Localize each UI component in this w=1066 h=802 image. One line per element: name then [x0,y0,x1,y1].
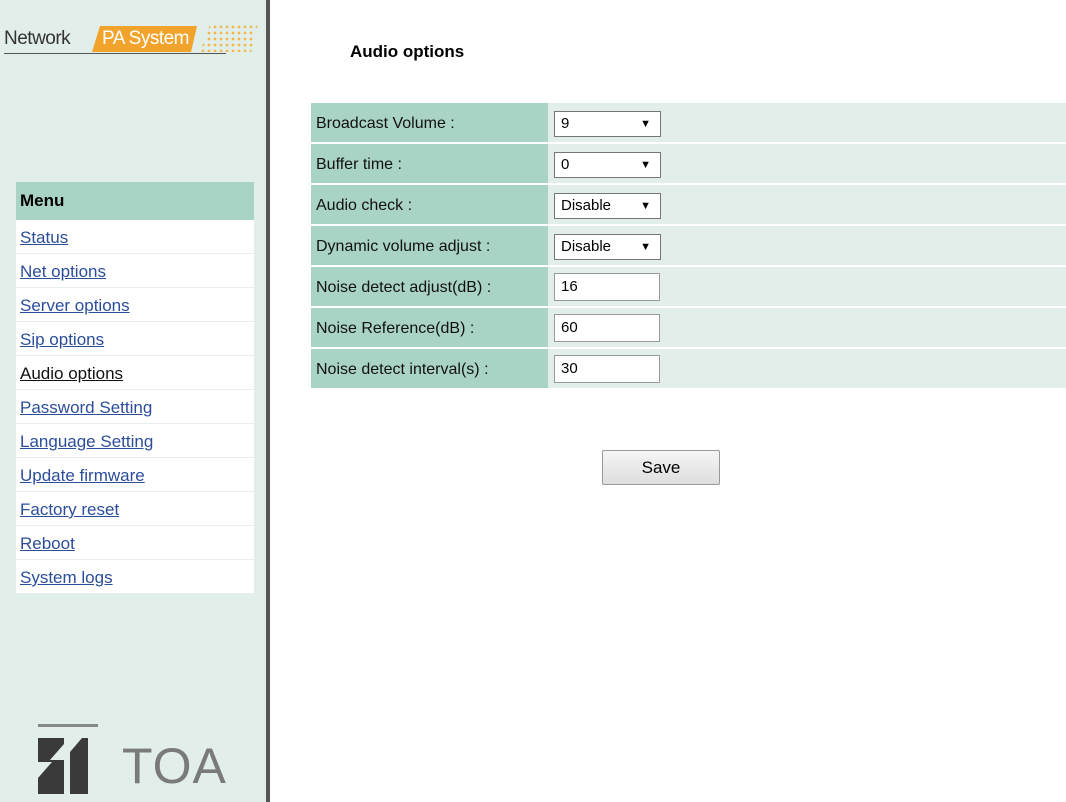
select-value: 0 [561,156,570,173]
option-label: Noise Reference(dB) : [311,308,548,347]
menu-item-factory-reset[interactable]: Factory reset [16,492,254,526]
menu-item-system-logs[interactable]: System logs [16,560,254,594]
side-menu: Menu Status Net options Server options S… [16,182,254,594]
dropdown-arrow-icon: ▼ [640,159,651,171]
brand-pa-system-text: PA System [92,26,197,52]
menu-item-label[interactable]: Audio options [20,364,123,383]
menu-item-reboot[interactable]: Reboot [16,526,254,560]
option-row-dynamic-volume-adjust: Dynamic volume adjust : Disable ▼ [311,226,1066,265]
menu-item-label[interactable]: Net options [20,262,106,281]
menu-item-password-setting[interactable]: Password Setting [16,390,254,424]
menu-item-status[interactable]: Status [16,220,254,254]
save-button[interactable]: Save [602,450,720,485]
audio-options-form: Broadcast Volume : 9 ▼ Buffer time : 0 ▼… [311,103,1066,390]
option-row-audio-check: Audio check : Disable ▼ [311,185,1066,224]
dropdown-arrow-icon: ▼ [640,118,651,130]
menu-item-label[interactable]: Factory reset [20,500,119,519]
option-label: Broadcast Volume : [311,103,548,142]
option-label: Dynamic volume adjust : [311,226,548,265]
audio-check-select[interactable]: Disable ▼ [554,193,661,219]
menu-item-update-firmware[interactable]: Update firmware [16,458,254,492]
menu-item-net-options[interactable]: Net options [16,254,254,288]
option-row-broadcast-volume: Broadcast Volume : 9 ▼ [311,103,1066,142]
dynamic-volume-adjust-select[interactable]: Disable ▼ [554,234,661,260]
menu-item-sip-options[interactable]: Sip options [16,322,254,356]
option-label: Buffer time : [311,144,548,183]
option-label: Audio check : [311,185,548,224]
option-row-buffer-time: Buffer time : 0 ▼ [311,144,1066,183]
menu-item-server-options[interactable]: Server options [16,288,254,322]
dropdown-arrow-icon: ▼ [640,241,651,253]
option-row-noise-detect-adjust: Noise detect adjust(dB) : 16 [311,267,1066,306]
menu-item-label[interactable]: System logs [20,568,113,587]
option-row-noise-detect-interval: Noise detect interval(s) : 30 [311,349,1066,388]
option-label: Noise detect interval(s) : [311,349,548,388]
broadcast-volume-select[interactable]: 9 ▼ [554,111,661,137]
option-label: Noise detect adjust(dB) : [311,267,548,306]
toa-mark-icon [38,738,88,794]
menu-item-label[interactable]: Password Setting [20,398,152,417]
sidebar: Network PA System Menu Status Net option… [0,0,270,802]
brand-logo: Network PA System [4,24,258,54]
toa-logo: TOA [38,724,238,794]
menu-item-label[interactable]: Language Setting [20,432,153,451]
page-title: Audio options [350,42,465,61]
menu-item-label[interactable]: Sip options [20,330,104,349]
noise-detect-interval-input[interactable]: 30 [554,355,660,383]
menu-item-label[interactable]: Reboot [20,534,75,553]
brand-network-text: Network [4,28,71,49]
select-value: 9 [561,115,570,132]
menu-item-label[interactable]: Update firmware [20,466,145,485]
brand-underline [4,53,226,54]
noise-detect-adjust-input[interactable]: 16 [554,273,660,301]
noise-reference-input[interactable]: 60 [554,314,660,342]
select-value: Disable [561,197,612,214]
menu-item-label[interactable]: Server options [20,296,130,315]
menu-item-language-setting[interactable]: Language Setting [16,424,254,458]
buffer-time-select[interactable]: 0 ▼ [554,152,661,178]
menu-title: Menu [16,182,254,220]
logo-bar [38,724,98,727]
option-row-noise-reference: Noise Reference(dB) : 60 [311,308,1066,347]
menu-item-audio-options[interactable]: Audio options [16,356,254,390]
menu-item-label[interactable]: Status [20,228,68,247]
brand-dots-decoration [200,24,258,52]
dropdown-arrow-icon: ▼ [640,200,651,212]
select-value: Disable [561,238,612,255]
logo-text: TOA [122,738,227,794]
